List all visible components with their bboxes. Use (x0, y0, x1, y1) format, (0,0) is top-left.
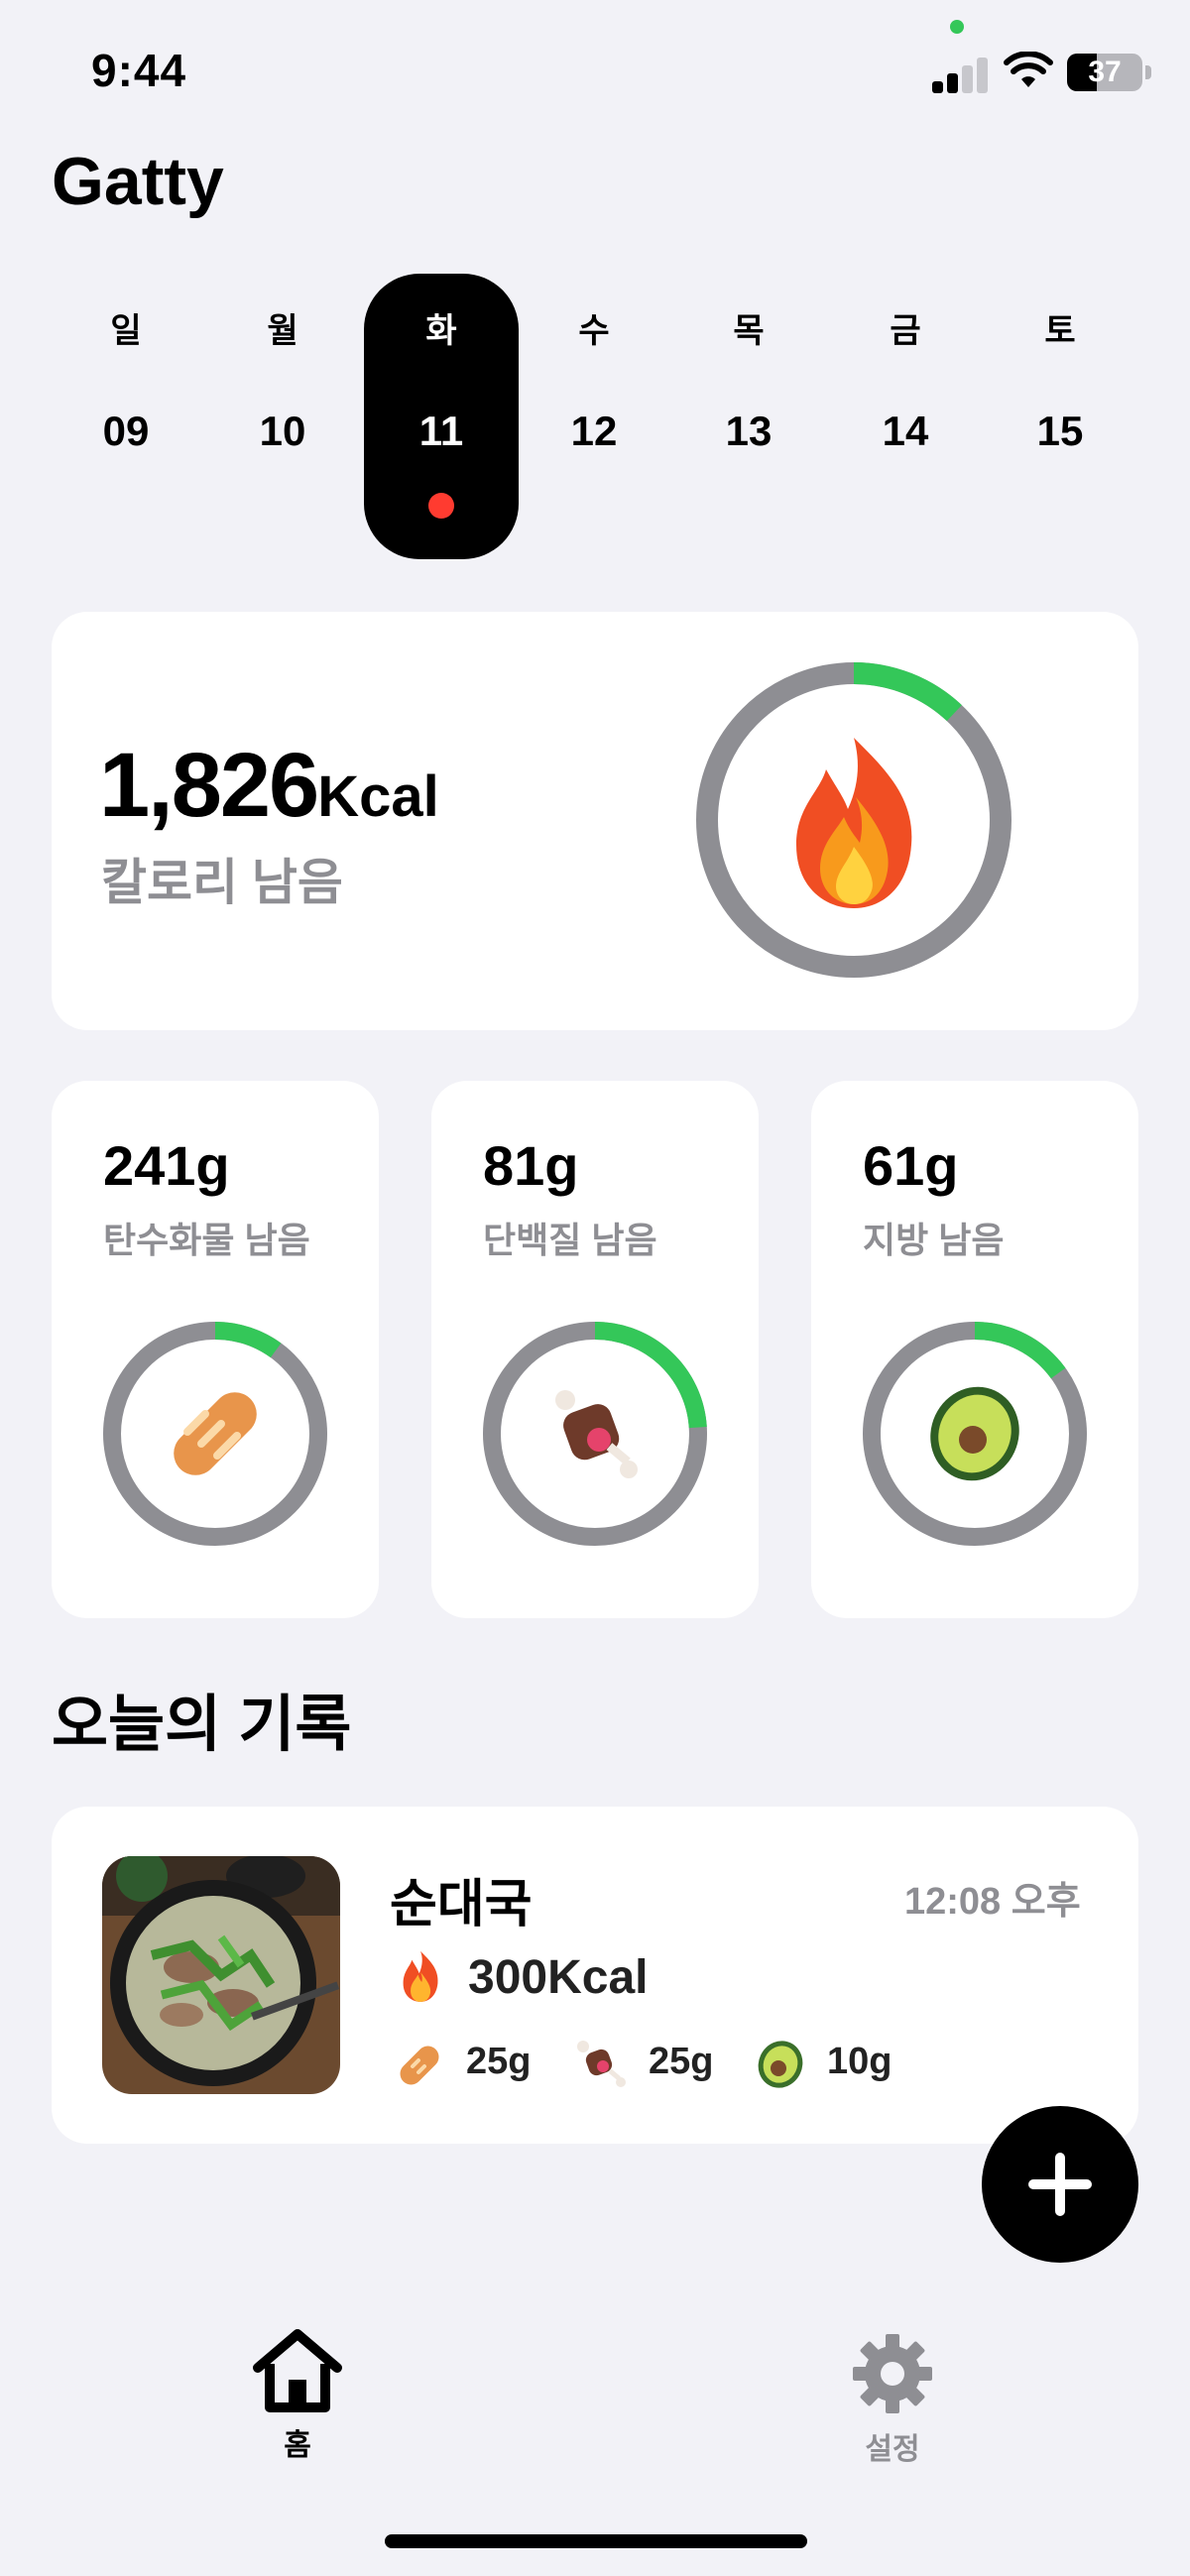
bread-icon (400, 2046, 439, 2085)
day-09[interactable]: 일 09 (71, 274, 180, 455)
wifi-icon (1004, 52, 1053, 87)
macro-progress-ring (863, 1322, 1087, 1546)
section-title: 오늘의 기록 (52, 1691, 352, 1759)
day-name: 월 (267, 312, 298, 350)
food-time: 12:08 오후 (904, 1881, 1081, 1923)
food-carbs: 25g (466, 2041, 532, 2082)
gear-icon (853, 2334, 932, 2413)
day-number: 11 (418, 408, 464, 454)
plus-icon (1028, 2153, 1092, 2216)
food-protein: 25g (649, 2041, 714, 2082)
day-number: 14 (882, 408, 929, 454)
avocado-icon (930, 1386, 1019, 1481)
app-title: Gatty (52, 144, 224, 219)
food-fat: 10g (827, 2041, 892, 2082)
meat-icon (577, 2041, 626, 2087)
day-number: 10 (259, 408, 306, 454)
day-13[interactable]: 목 13 (694, 274, 803, 455)
food-name: 순대국 (390, 1876, 533, 1933)
cellular-signal-icon (932, 54, 990, 93)
day-name: 토 (1044, 312, 1076, 350)
meat-icon (555, 1390, 638, 1478)
today-indicator-dot (428, 493, 454, 519)
macro-label: 탄수화물 남음 (103, 1220, 310, 1260)
camera-indicator-dot (950, 20, 964, 34)
day-number: 09 (102, 408, 150, 454)
macro-progress-ring (483, 1322, 707, 1546)
day-10[interactable]: 월 10 (228, 274, 337, 455)
battery-tip (1145, 65, 1151, 79)
macro-label: 단백질 남음 (483, 1220, 657, 1260)
home-indicator (385, 2534, 807, 2548)
macro-label: 지방 남음 (863, 1220, 1005, 1260)
calorie-label: 칼로리 남음 (101, 855, 343, 910)
calorie-unit: Kcal (317, 764, 439, 829)
avocado-icon (758, 2041, 803, 2088)
day-11[interactable]: 화 11 (364, 274, 519, 559)
day-number: 13 (725, 408, 773, 454)
day-name: 수 (578, 312, 610, 350)
add-record-button[interactable] (982, 2106, 1138, 2263)
battery-percent: 37 (1088, 56, 1122, 88)
battery-icon: 37 (1067, 54, 1142, 91)
day-15[interactable]: 토 15 (1006, 274, 1115, 455)
tab-settings-label: 설정 (865, 2433, 920, 2466)
day-name: 금 (890, 312, 921, 350)
calorie-remaining: 1,826Kcal (99, 734, 439, 838)
day-12[interactable]: 수 12 (539, 274, 649, 455)
home-icon (253, 2329, 342, 2412)
day-name: 목 (733, 312, 765, 350)
calorie-progress-ring (696, 662, 1012, 978)
food-kcal: 300Kcal (468, 1951, 649, 2004)
macro-value: 81g (483, 1134, 579, 1197)
food-photo (102, 1856, 340, 2094)
tab-settings[interactable]: 설정 (833, 2332, 952, 2468)
fire-icon (403, 1950, 438, 2002)
day-number: 15 (1036, 408, 1084, 454)
bread-icon (174, 1392, 257, 1475)
macro-progress-ring (103, 1322, 327, 1546)
day-name: 화 (425, 312, 457, 350)
day-14[interactable]: 금 14 (851, 274, 960, 455)
calorie-value: 1,826 (99, 735, 319, 836)
macro-value: 61g (863, 1134, 959, 1197)
tab-home[interactable]: 홈 (238, 2326, 357, 2464)
day-number: 12 (570, 408, 618, 454)
status-time: 9:44 (91, 45, 187, 96)
macro-value: 241g (103, 1134, 230, 1197)
day-name: 일 (110, 312, 142, 350)
fire-icon (796, 738, 912, 908)
tab-home-label: 홈 (284, 2429, 311, 2462)
